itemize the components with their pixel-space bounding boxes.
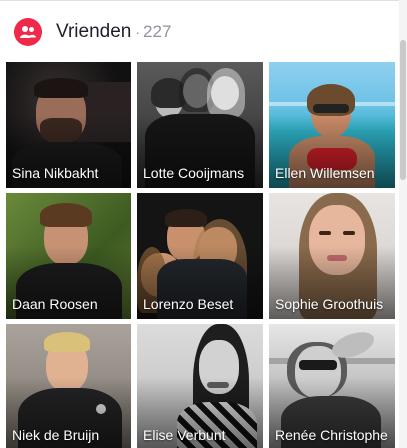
friend-tile[interactable]: Ellen Willemsen	[269, 62, 395, 188]
friend-tile[interactable]: Lorenzo Beset	[137, 193, 263, 319]
friend-tile[interactable]: Renée Christophe	[269, 324, 395, 448]
section-title: Vrienden · 227	[56, 20, 171, 44]
friend-name[interactable]: Renée Christophe	[275, 427, 391, 444]
friend-name[interactable]: Ellen Willemsen	[275, 165, 391, 182]
friend-tile[interactable]: Sina Nikbakht	[6, 62, 131, 188]
friend-tile[interactable]: Niek de Bruijn	[6, 324, 131, 448]
friends-title-link[interactable]: Vrienden	[56, 21, 131, 42]
friend-name[interactable]: Daan Roosen	[12, 296, 127, 313]
friends-header: Vrienden · 227	[0, 0, 407, 60]
friend-name[interactable]: Sina Nikbakht	[12, 165, 127, 182]
title-separator: ·	[135, 24, 141, 40]
friend-tile[interactable]: Daan Roosen	[6, 193, 131, 319]
friend-name[interactable]: Niek de Bruijn	[12, 427, 127, 444]
scrollbar-thumb[interactable]	[400, 40, 406, 180]
friend-tile[interactable]: Lotte Cooijmans	[137, 62, 263, 188]
friends-grid: Sina Nikbakht Lotte Cooijmans Ellen Will…	[6, 62, 397, 448]
friend-name[interactable]: Lorenzo Beset	[143, 296, 259, 313]
friend-tile[interactable]: Elise Verbunt	[137, 324, 263, 448]
scrollbar[interactable]	[399, 0, 407, 448]
friends-icon	[14, 18, 42, 46]
friend-name[interactable]: Sophie Groothuis	[275, 296, 391, 313]
friends-card: Vrienden · 227 Sina Nikbakht Lotte Cooij…	[0, 0, 407, 448]
friend-tile[interactable]: Sophie Groothuis	[269, 193, 395, 319]
friends-count: 227	[143, 22, 172, 41]
friend-name[interactable]: Elise Verbunt	[143, 427, 259, 444]
friend-name[interactable]: Lotte Cooijmans	[143, 165, 259, 182]
